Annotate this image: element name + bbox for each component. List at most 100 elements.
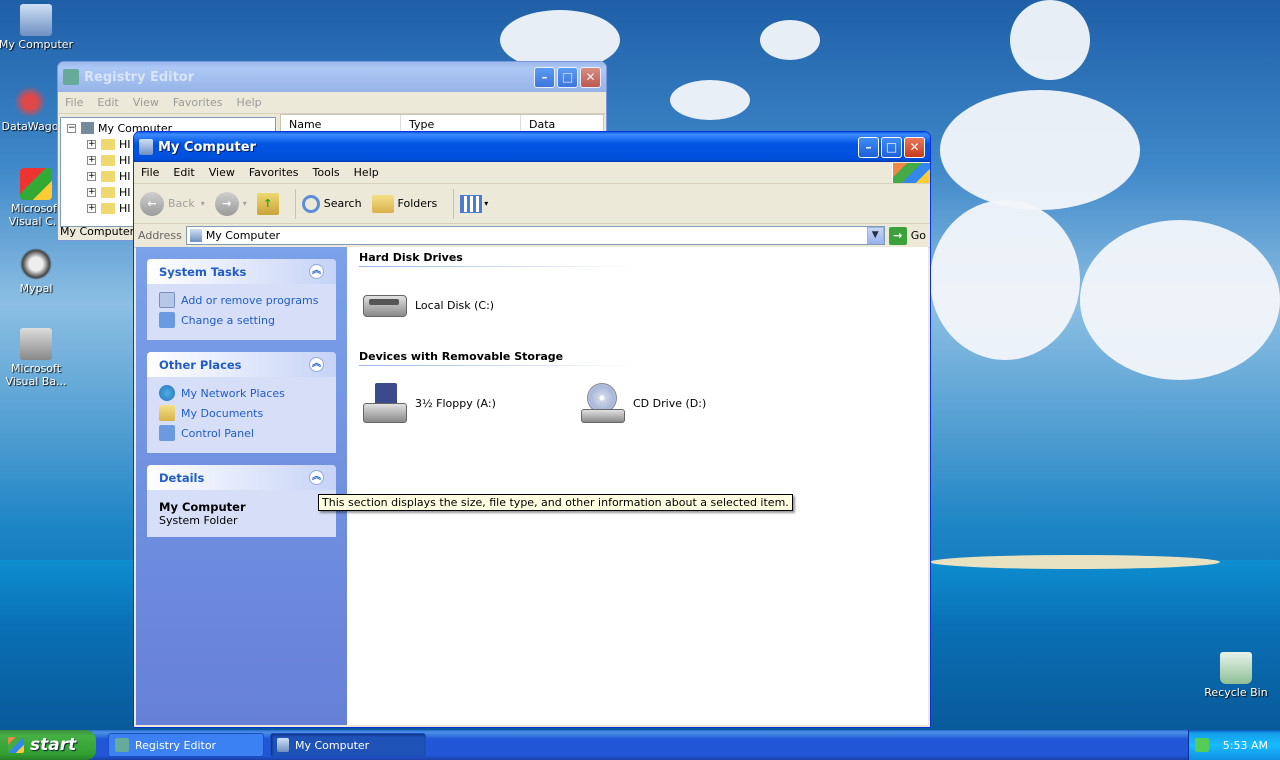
desktop-icon-visual-basic[interactable]: Microsoft Visual Ba... xyxy=(0,328,74,388)
network-places-icon xyxy=(159,385,175,401)
minimize-button[interactable]: – xyxy=(858,136,879,158)
folders-button[interactable]: Folders xyxy=(371,194,437,213)
other-places-panel: Other Places ︽ My Network Places My Docu… xyxy=(147,352,336,453)
address-dropdown-button[interactable]: ▼ xyxy=(866,227,884,244)
views-icon xyxy=(460,194,483,213)
floppy-drive-a[interactable]: 3½ Floppy (A:) xyxy=(361,383,496,423)
start-button[interactable]: start xyxy=(0,730,96,760)
local-disk-c[interactable]: Local Disk (C:) xyxy=(361,285,494,325)
group-hard-disk-drives: Hard Disk Drives xyxy=(359,251,463,264)
my-computer-titlebar[interactable]: My Computer – □ ✕ xyxy=(134,132,930,162)
task-registry-editor[interactable]: Registry Editor xyxy=(108,733,264,757)
change-setting-link[interactable]: Change a setting xyxy=(159,310,324,330)
toolbar-separator xyxy=(453,188,455,219)
go-button[interactable]: → Go xyxy=(888,226,926,245)
desktop-icon-label: Recycle Bin xyxy=(1204,686,1268,699)
menu-tools[interactable]: Tools xyxy=(306,166,347,179)
start-label: start xyxy=(30,735,77,755)
search-label: Search xyxy=(323,197,362,210)
maximize-button[interactable]: □ xyxy=(557,66,578,88)
details-title: Details xyxy=(159,470,205,485)
tree-item[interactable]: HI xyxy=(119,186,131,199)
back-arrow-icon: ← xyxy=(140,191,164,216)
menu-file[interactable]: File xyxy=(58,96,90,109)
address-bar: Address My Computer ▼ → Go xyxy=(134,224,930,248)
menu-help[interactable]: Help xyxy=(230,96,269,109)
my-documents-link[interactable]: My Documents xyxy=(159,403,324,423)
task-my-computer[interactable]: My Computer xyxy=(270,733,426,757)
maximize-button[interactable]: □ xyxy=(881,136,902,158)
menu-favorites[interactable]: Favorites xyxy=(242,166,306,179)
other-places-header[interactable]: Other Places ︽ xyxy=(147,352,336,377)
column-name[interactable]: Name xyxy=(281,115,401,131)
menu-view[interactable]: View xyxy=(202,166,242,179)
go-arrow-icon: → xyxy=(888,226,907,245)
folder-icon xyxy=(101,154,115,166)
cd-drive-d[interactable]: CD Drive (D:) xyxy=(579,383,706,423)
registry-list-header: Name Type Data xyxy=(280,114,604,132)
floppy-drive-icon xyxy=(361,383,409,423)
menu-file[interactable]: File xyxy=(134,166,166,179)
menu-help[interactable]: Help xyxy=(347,166,386,179)
link-label: Change a setting xyxy=(181,313,275,327)
views-button[interactable]: ▾ xyxy=(460,194,488,213)
folder-icon xyxy=(101,202,115,214)
chevron-down-icon: ▾ xyxy=(200,199,205,208)
my-computer-toolbar: ← Back ▾ → ▾ ↑ Search Folders ▾ xyxy=(134,184,930,224)
search-button[interactable]: Search xyxy=(301,194,362,213)
taskbar: start Registry Editor My Computer 5:53 A… xyxy=(0,730,1280,760)
desktop-icon-label: DataWago xyxy=(1,120,59,133)
collapse-icon[interactable]: ︽ xyxy=(309,357,324,372)
address-label: Address xyxy=(138,229,182,242)
close-button[interactable]: ✕ xyxy=(904,136,925,158)
control-panel-icon xyxy=(159,425,175,441)
item-label: 3½ Floppy (A:) xyxy=(415,396,496,410)
add-remove-programs-link[interactable]: Add or remove programs xyxy=(159,290,324,310)
registry-menubar: File Edit View Favorites Help xyxy=(58,92,606,114)
menu-favorites[interactable]: Favorites xyxy=(166,96,230,109)
content-pane[interactable]: Hard Disk Drives Local Disk (C:) Devices… xyxy=(347,247,928,725)
minimize-button[interactable]: – xyxy=(534,66,555,88)
address-field[interactable]: My Computer ▼ xyxy=(185,226,885,245)
my-computer-title: My Computer xyxy=(158,139,256,155)
registry-editor-titlebar[interactable]: Registry Editor – □ ✕ xyxy=(58,62,606,92)
menu-edit[interactable]: Edit xyxy=(166,166,201,179)
group-divider xyxy=(359,266,639,267)
system-tasks-header[interactable]: System Tasks ︽ xyxy=(147,259,336,284)
go-label: Go xyxy=(910,229,926,242)
tree-item[interactable]: HI xyxy=(119,170,131,183)
column-type[interactable]: Type xyxy=(401,115,521,131)
tree-item[interactable]: HI xyxy=(119,138,131,151)
network-tray-icon[interactable] xyxy=(1194,738,1209,752)
clock[interactable]: 5:53 AM xyxy=(1223,739,1268,752)
system-tasks-title: System Tasks xyxy=(159,264,247,279)
my-computer-icon xyxy=(20,4,52,36)
desktop-icon-recycle-bin[interactable]: Recycle Bin xyxy=(1198,652,1274,699)
back-button[interactable]: ← Back ▾ xyxy=(140,191,205,216)
column-data[interactable]: Data xyxy=(521,115,563,131)
recycle-bin-icon xyxy=(1220,652,1252,684)
details-header[interactable]: Details ︽ xyxy=(147,465,336,490)
menu-edit[interactable]: Edit xyxy=(90,96,125,109)
desktop-icon-mypal[interactable]: Mypal xyxy=(0,248,74,295)
item-label: Local Disk (C:) xyxy=(415,298,495,312)
control-panel-icon xyxy=(159,312,175,328)
link-label: My Documents xyxy=(181,406,264,420)
my-network-places-link[interactable]: My Network Places xyxy=(159,383,324,403)
tree-item[interactable]: HI xyxy=(119,202,131,215)
control-panel-link[interactable]: Control Panel xyxy=(159,423,324,443)
toolbar-separator xyxy=(294,188,296,219)
collapse-icon[interactable]: ︽ xyxy=(309,470,324,485)
link-label: My Network Places xyxy=(181,386,285,400)
forward-button[interactable]: → ▾ xyxy=(214,191,247,216)
my-computer-small-icon xyxy=(189,229,202,242)
folder-icon xyxy=(101,186,115,198)
close-button[interactable]: ✕ xyxy=(580,66,601,88)
up-button[interactable]: ↑ xyxy=(256,192,279,215)
system-tray: 5:53 AM xyxy=(1188,730,1280,760)
tree-item[interactable]: HI xyxy=(119,154,131,167)
menu-view[interactable]: View xyxy=(126,96,166,109)
my-computer-window[interactable]: My Computer – □ ✕ File Edit View Favorit… xyxy=(133,131,931,728)
desktop-icon-my-computer[interactable]: My Computer xyxy=(0,4,74,51)
collapse-icon[interactable]: ︽ xyxy=(309,264,324,279)
